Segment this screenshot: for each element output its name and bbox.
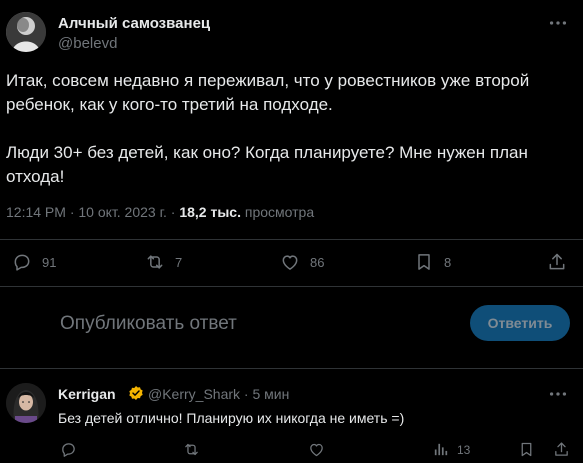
like-icon — [282, 255, 298, 270]
retweet-icon — [147, 255, 163, 269]
reply-bookmark-button[interactable] — [518, 441, 543, 458]
reply-views-button[interactable]: 13 — [432, 441, 470, 458]
reply-handle-and-time: @Kerry_Shark · 5 мин — [148, 386, 289, 402]
share-button[interactable] — [547, 252, 577, 272]
tweet-text: Итак, совсем недавно я переживал, что у … — [6, 69, 546, 189]
retweet-icon — [185, 443, 198, 456]
retweet-count: 7 — [175, 254, 183, 270]
reply-like-button[interactable] — [308, 441, 333, 458]
author-name[interactable]: Алчный самозванец — [58, 15, 210, 32]
more-icon — [549, 21, 567, 25]
reply-more-options-button[interactable] — [547, 383, 569, 405]
reply-tweet[interactable]: Kerrigan @Kerry_Shark · 5 мин Без детей … — [0, 369, 583, 463]
tweet-paragraph-1: Итак, совсем недавно я переживал, что у … — [6, 71, 530, 114]
bookmark-icon — [521, 442, 532, 457]
verified-badge-icon — [129, 386, 143, 400]
reply-retweet-button[interactable] — [183, 441, 208, 458]
reply-actions-bar: 13 — [0, 437, 583, 461]
views-label: просмотра — [244, 204, 315, 220]
bookmark-button[interactable]: 8 — [414, 252, 451, 272]
bookmark-icon — [418, 254, 430, 270]
like-icon — [310, 443, 323, 457]
reply-share-button[interactable] — [553, 441, 578, 458]
tweet-actions-bar: 91 7 86 8 — [0, 240, 583, 286]
tweet-paragraph-2: Люди 30+ без детей, как оно? Когда плани… — [6, 143, 528, 186]
tweet-header: Алчный самозванец @belevd — [0, 0, 583, 64]
views-icon — [434, 443, 448, 456]
more-icon — [549, 392, 567, 396]
reply-time[interactable]: 5 мин — [252, 386, 289, 402]
author-avatar[interactable] — [6, 12, 46, 52]
share-icon — [555, 442, 568, 456]
views-count[interactable]: 18,2 тыс. — [179, 204, 241, 220]
reply-text: Без детей отлично! Планирую их никогда н… — [58, 410, 405, 426]
like-count: 86 — [310, 254, 325, 270]
reply-icon — [14, 254, 30, 271]
retweet-button[interactable]: 7 — [145, 252, 182, 272]
reply-input[interactable]: Опубликовать ответ — [60, 313, 237, 335]
reply-icon — [62, 443, 75, 457]
reply-author-handle[interactable]: @Kerry_Shark — [148, 386, 240, 402]
tweet-date[interactable]: 10 окт. 2023 г. — [78, 204, 167, 220]
like-button[interactable]: 86 — [280, 252, 324, 272]
reply-author-name[interactable]: Kerrigan — [58, 386, 116, 402]
reply-views-count: 13 — [457, 442, 471, 457]
reply-reply-button[interactable] — [60, 441, 85, 458]
tweet-meta: 12:14 PM · 10 окт. 2023 г. · 18,2 тыс. п… — [6, 204, 314, 220]
reply-button[interactable]: 91 — [12, 252, 56, 272]
bookmark-count: 8 — [444, 254, 452, 270]
reply-author-avatar[interactable] — [6, 383, 46, 423]
share-icon — [549, 253, 565, 270]
more-options-button[interactable] — [547, 12, 569, 34]
author-handle[interactable]: @belevd — [58, 35, 117, 52]
tweet-time[interactable]: 12:14 PM — [6, 204, 66, 220]
reply-composer: Опубликовать ответ Ответить — [0, 287, 583, 369]
reply-submit-button[interactable]: Ответить — [470, 305, 570, 341]
reply-count: 91 — [42, 254, 57, 270]
meta-separator: · — [240, 386, 253, 402]
